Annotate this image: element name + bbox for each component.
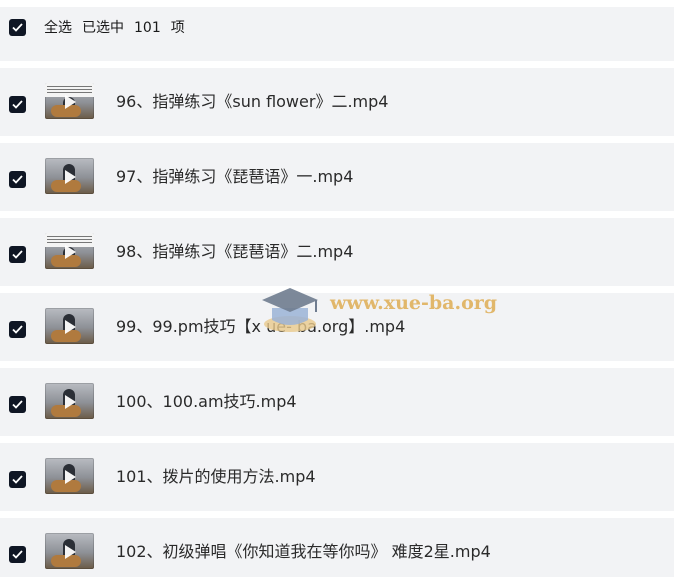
checkmark-icon (12, 550, 23, 559)
file-checkbox[interactable] (9, 96, 26, 113)
guitar-video-thumbnail[interactable] (45, 158, 94, 194)
guitar-video-thumbnail[interactable] (45, 458, 94, 494)
file-checkbox[interactable] (9, 471, 26, 488)
file-row[interactable]: 100、100.am技巧.mp4 (0, 368, 674, 436)
file-row[interactable]: 98、指弹练习《琵琶语》二.mp4 (0, 218, 674, 286)
selected-count: 101 (134, 20, 161, 36)
file-row[interactable]: 102、初级弹唱《你知道我在等你吗》 难度2星.mp4 (0, 518, 674, 577)
checkmark-icon (12, 100, 23, 109)
selected-prefix: 已选中 (82, 20, 124, 36)
file-checkbox[interactable] (9, 171, 26, 188)
sheet-music-video-thumbnail[interactable] (45, 83, 94, 119)
play-icon (65, 170, 76, 184)
file-name[interactable]: 96、指弹练习《sun flower》二.mp4 (116, 68, 388, 136)
play-icon (65, 245, 76, 259)
checkmark-icon (12, 325, 23, 334)
file-row[interactable]: 99、99.pm技巧【x ue- ba.org】.mp4 (0, 293, 674, 361)
file-checkbox[interactable] (9, 546, 26, 563)
sheet-music-video-thumbnail[interactable] (45, 233, 94, 269)
play-icon (65, 395, 76, 409)
play-icon (65, 320, 76, 334)
file-name[interactable]: 100、100.am技巧.mp4 (116, 368, 297, 436)
selection-summary: 全选 已选中 101 项 (44, 7, 195, 61)
checkmark-icon (12, 175, 23, 184)
select-all-checkbox[interactable] (9, 19, 26, 36)
selected-suffix: 项 (170, 20, 185, 36)
file-row[interactable]: 96、指弹练习《sun flower》二.mp4 (0, 68, 674, 136)
file-name[interactable]: 98、指弹练习《琵琶语》二.mp4 (116, 218, 353, 286)
file-name[interactable]: 102、初级弹唱《你知道我在等你吗》 难度2星.mp4 (116, 518, 491, 577)
guitar-video-thumbnail[interactable] (45, 308, 94, 344)
file-checkbox[interactable] (9, 246, 26, 263)
file-row[interactable]: 101、拨片的使用方法.mp4 (0, 443, 674, 511)
file-checkbox[interactable] (9, 396, 26, 413)
file-name[interactable]: 99、99.pm技巧【x ue- ba.org】.mp4 (116, 293, 405, 361)
guitar-video-thumbnail[interactable] (45, 383, 94, 419)
play-icon (65, 545, 76, 559)
checkmark-icon (12, 23, 23, 32)
file-list-page: 全选 已选中 101 项 96、指弹练习《sun flower》二.mp4 97、指弹练… (0, 0, 674, 577)
file-checkbox[interactable] (9, 321, 26, 338)
select-all-label[interactable]: 全选 (44, 20, 72, 36)
play-icon (65, 95, 76, 109)
checkmark-icon (12, 250, 23, 259)
guitar-video-thumbnail[interactable] (45, 533, 94, 569)
checkmark-icon (12, 400, 23, 409)
play-icon (65, 470, 76, 484)
file-row[interactable]: 97、指弹练习《琵琶语》一.mp4 (0, 143, 674, 211)
file-name[interactable]: 101、拨片的使用方法.mp4 (116, 443, 316, 511)
checkmark-icon (12, 475, 23, 484)
select-all-bar: 全选 已选中 101 项 (0, 7, 674, 61)
file-name[interactable]: 97、指弹练习《琵琶语》一.mp4 (116, 143, 353, 211)
